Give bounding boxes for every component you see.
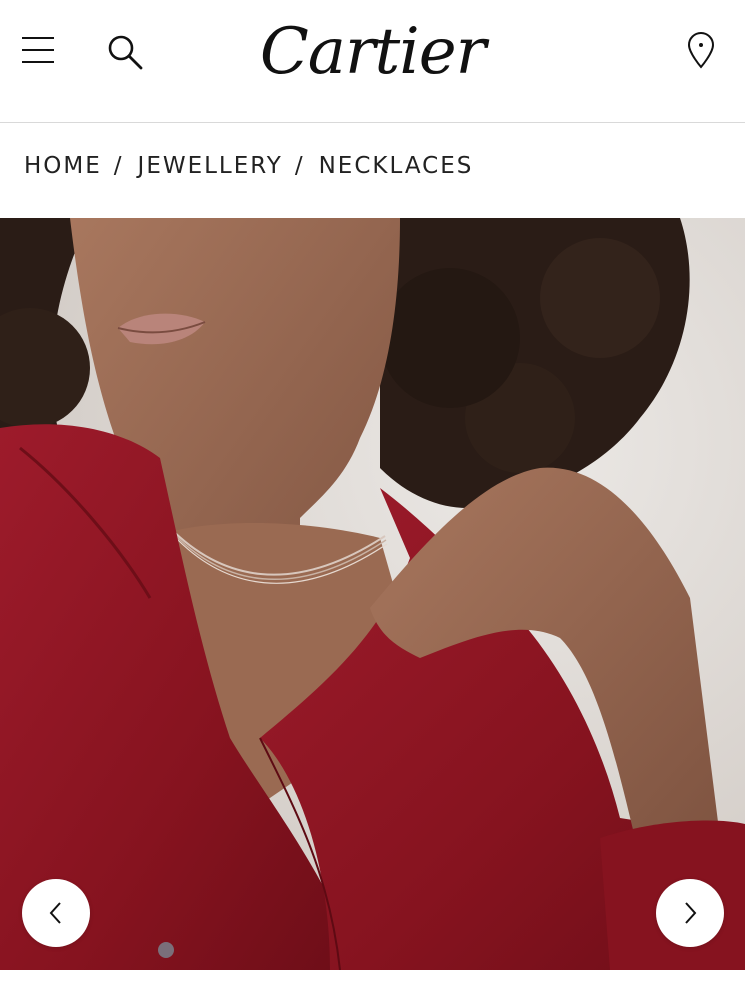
location-pin-icon [687, 32, 715, 69]
previous-image-button[interactable] [22, 879, 90, 947]
chevron-left-icon [49, 902, 61, 924]
breadcrumb: HOME / JEWELLERY / NECKLACES [24, 150, 473, 182]
product-image [0, 218, 745, 970]
product-image-gallery[interactable] [0, 218, 745, 970]
breadcrumb-home[interactable]: HOME [24, 153, 102, 179]
store-locator-button[interactable] [683, 30, 719, 70]
next-image-button[interactable] [656, 879, 724, 947]
site-header: Cartier [0, 0, 745, 123]
chevron-right-icon [685, 902, 697, 924]
breadcrumb-separator: / [294, 153, 305, 179]
breadcrumb-jewellery[interactable]: JEWELLERY [138, 153, 283, 179]
breadcrumb-separator: / [113, 153, 124, 179]
breadcrumb-necklaces[interactable]: NECKLACES [319, 153, 474, 179]
cartier-logo[interactable]: Cartier [0, 12, 745, 92]
